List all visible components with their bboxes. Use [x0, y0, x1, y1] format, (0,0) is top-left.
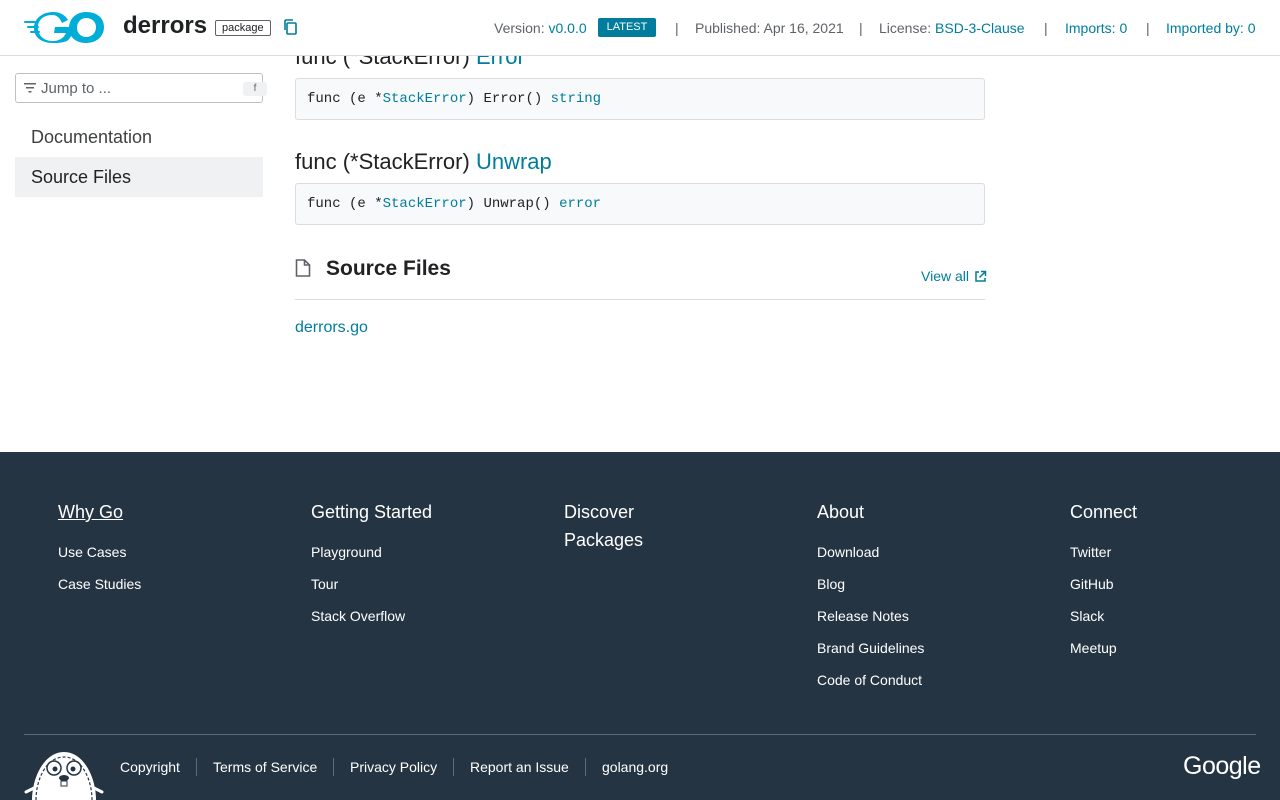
footer-heading: Discover Packages	[564, 502, 644, 550]
footer-link[interactable]: GitHub	[1070, 568, 1270, 600]
footer-divider	[24, 734, 1256, 735]
footer-heading: Getting Started	[311, 502, 433, 522]
type-link[interactable]: string	[551, 91, 601, 107]
gopher-mascot-icon	[24, 752, 104, 800]
code-text: func (e *	[307, 196, 383, 212]
code-block: func (e *StackError) Unwrap() error	[295, 183, 985, 225]
license-link[interactable]: BSD-3-Clause	[935, 20, 1024, 36]
func-heading: func (*StackError) Unwrap	[295, 149, 552, 175]
sidebar-item-source-files[interactable]: Source Files	[15, 157, 263, 197]
footer-link[interactable]: Case Studies	[58, 568, 258, 600]
published-date: Published: Apr 16, 2021	[695, 20, 844, 36]
imported-by-link[interactable]: Imported by: 0	[1166, 20, 1256, 36]
copy-icon[interactable]	[283, 19, 297, 35]
footer-separator	[196, 758, 197, 776]
site-header: derrors package Version: v0.0.0 LATEST |…	[0, 0, 1280, 56]
version-label: Version:	[494, 20, 545, 36]
imports-link[interactable]: Imports: 0	[1065, 20, 1127, 36]
license-label: License:	[879, 20, 932, 36]
code-text: ) Unwrap()	[466, 196, 560, 212]
type-link[interactable]: StackError	[383, 91, 467, 107]
type-link[interactable]: StackError	[383, 196, 467, 212]
footer-bottom-link[interactable]: Terms of Service	[213, 759, 317, 775]
divider	[295, 299, 985, 300]
func-signature: func (*StackError)	[295, 149, 476, 174]
file-icon	[295, 259, 311, 277]
footer-link[interactable]: Code of Conduct	[817, 664, 1017, 696]
footer-link[interactable]: Brand Guidelines	[817, 632, 1017, 664]
footer-link[interactable]: Release Notes	[817, 600, 1017, 632]
footer-column-about: About Download Blog Release Notes Brand …	[817, 498, 1017, 696]
type-link[interactable]: error	[559, 196, 601, 212]
footer-link[interactable]: Playground	[311, 536, 511, 568]
source-file-link[interactable]: derrors.go	[295, 319, 368, 337]
footer-bottom-link[interactable]: golang.org	[602, 759, 668, 775]
footer-separator	[585, 758, 586, 776]
separator: |	[675, 20, 679, 36]
version-info: Version: v0.0.0	[494, 20, 587, 36]
footer-link[interactable]: Twitter	[1070, 536, 1270, 568]
package-name: derrors	[123, 12, 208, 39]
imported-by-info: Imported by: 0	[1166, 20, 1256, 36]
shortcut-key: f	[243, 82, 267, 96]
package-badge: package	[215, 20, 271, 36]
footer-link[interactable]: Blog	[817, 568, 1017, 600]
source-files-heading: Source Files	[326, 257, 451, 280]
footer-heading-link[interactable]: Why Go	[58, 498, 258, 526]
footer-heading: About	[817, 502, 865, 522]
latest-badge: LATEST	[598, 18, 656, 37]
imports-info: Imports: 0	[1065, 20, 1127, 36]
code-text: ) Error()	[466, 91, 551, 107]
separator: |	[859, 20, 863, 36]
footer-column-connect: Connect Twitter GitHub Slack Meetup	[1070, 498, 1270, 664]
version-link[interactable]: v0.0.0	[548, 20, 586, 36]
jump-to-search[interactable]: Jump to ... f	[15, 73, 267, 103]
license-info: License: BSD-3-Clause	[879, 20, 1025, 36]
google-logo[interactable]: Google	[1183, 752, 1261, 781]
jump-to-placeholder: Jump to ...	[41, 80, 112, 97]
separator: |	[1146, 20, 1150, 36]
code-text: func (e *	[307, 91, 383, 107]
footer-link[interactable]: Stack Overflow	[311, 600, 511, 632]
site-footer: Why Go Use Cases Case Studies Getting St…	[0, 452, 1280, 800]
footer-link[interactable]: Slack	[1070, 600, 1270, 632]
footer-column-why-go: Why Go Use Cases Case Studies	[58, 498, 258, 600]
footer-heading: Connect	[1070, 502, 1138, 522]
footer-separator	[333, 758, 334, 776]
footer-column-discover-packages: Discover Packages	[564, 498, 674, 564]
sidebar-item-documentation[interactable]: Documentation	[15, 117, 263, 157]
footer-bottom-link[interactable]: Copyright	[120, 759, 180, 775]
separator: |	[1044, 20, 1048, 36]
footer-separator	[453, 758, 454, 776]
filter-icon	[24, 83, 36, 93]
footer-column-getting-started: Getting Started Playground Tour Stack Ov…	[311, 498, 511, 632]
footer-link[interactable]: Meetup	[1070, 632, 1270, 664]
footer-link[interactable]: Tour	[311, 568, 511, 600]
external-link-icon[interactable]	[974, 270, 987, 283]
code-block: func (e *StackError) Error() string	[295, 78, 985, 120]
view-all-link[interactable]: View all	[921, 268, 969, 284]
footer-bottom-link[interactable]: Privacy Policy	[350, 759, 437, 775]
go-logo-icon[interactable]	[24, 12, 108, 43]
footer-link[interactable]: Download	[817, 536, 1017, 568]
footer-link[interactable]: Use Cases	[58, 536, 258, 568]
func-anchor-link[interactable]: Unwrap	[476, 149, 552, 174]
footer-bottom-link[interactable]: Report an Issue	[470, 759, 569, 775]
